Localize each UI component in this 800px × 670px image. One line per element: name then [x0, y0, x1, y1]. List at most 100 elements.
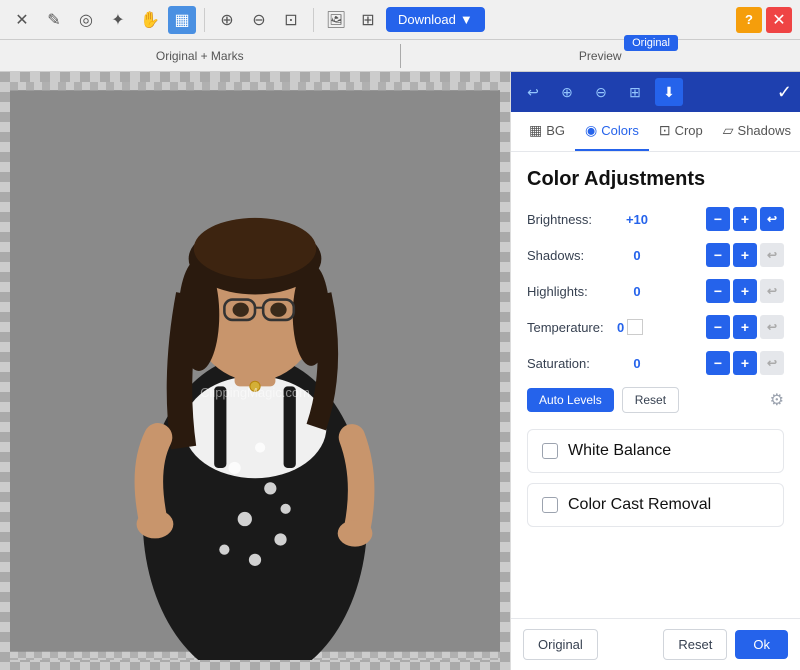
shadows-reset-btn[interactable]: ↩ — [760, 243, 784, 267]
saturation-row: Saturation: 0 − + ↩ — [527, 351, 784, 375]
reset-button[interactable]: Reset — [622, 387, 679, 413]
crop-tab-icon: ⊡ — [659, 122, 671, 139]
subject-image — [10, 82, 500, 660]
temperature-minus-btn[interactable]: − — [706, 315, 730, 339]
tabs-bar: ▦ BG ◉ Colors ⊡ Crop ▱ Shadows — [511, 112, 800, 152]
highlights-controls: − + ↩ — [706, 279, 784, 303]
white-balance-checkbox[interactable] — [542, 443, 558, 459]
saturation-value: 0 — [617, 356, 657, 371]
temperature-controls: − + ↩ — [706, 315, 784, 339]
saturation-controls: − + ↩ — [706, 351, 784, 375]
highlights-label: Highlights: — [527, 284, 617, 299]
white-balance-title: White Balance — [568, 442, 671, 460]
color-cast-header[interactable]: Color Cast Removal — [528, 484, 783, 526]
highlights-plus-btn[interactable]: + — [733, 279, 757, 303]
highlights-reset-btn[interactable]: ↩ — [760, 279, 784, 303]
temperature-swatch — [627, 319, 643, 335]
main-area: ClippingMagic.com ↩ ⊕ ⊖ ⊞ ⬇ ✓ ▦ BG ◉ Col… — [0, 72, 800, 670]
tab-shadows-label: Shadows — [738, 123, 791, 138]
panel-download-icon[interactable]: ⬇ — [655, 78, 683, 106]
colors-tab-icon: ◉ — [585, 122, 597, 139]
saturation-reset-btn[interactable]: ↩ — [760, 351, 784, 375]
image-container: ClippingMagic.com — [10, 82, 500, 660]
help-button[interactable]: ? — [736, 7, 762, 33]
tab-bg-label: BG — [546, 123, 565, 138]
pencil-icon[interactable]: ✎ — [40, 6, 68, 34]
panel-grid-icon[interactable]: ⊞ — [621, 78, 649, 106]
highlights-value: 0 — [617, 284, 657, 299]
auto-levels-button[interactable]: Auto Levels — [527, 388, 614, 412]
tab-colors-label: Colors — [601, 123, 639, 138]
gear-icon[interactable]: ⚙ — [770, 390, 784, 410]
bottom-reset-button[interactable]: Reset — [663, 629, 727, 660]
undo-icon[interactable]: ↩ — [519, 78, 547, 106]
action-row: Auto Levels Reset ⚙ — [527, 387, 784, 413]
tab-crop[interactable]: ⊡ Crop — [649, 112, 713, 151]
shadows-plus-btn[interactable]: + — [733, 243, 757, 267]
bg-tab-icon: ▦ — [529, 122, 542, 139]
bottom-ok-button[interactable]: Ok — [735, 630, 788, 659]
brightness-minus-btn[interactable]: − — [706, 207, 730, 231]
second-bar: Original + Marks Preview Original — [0, 40, 800, 72]
color-cast-section: Color Cast Removal — [527, 483, 784, 527]
marker-icon[interactable]: ✦ — [104, 6, 132, 34]
shadows-label: Shadows: — [527, 248, 617, 263]
shadows-row: Shadows: 0 − + ↩ — [527, 243, 784, 267]
canvas-area[interactable]: ClippingMagic.com — [0, 72, 510, 670]
tab-colors[interactable]: ◉ Colors — [575, 112, 649, 151]
panel-zoom-in-icon[interactable]: ⊕ — [553, 78, 581, 106]
saturation-minus-btn[interactable]: − — [706, 351, 730, 375]
panel-toolbar: ↩ ⊕ ⊖ ⊞ ⬇ ✓ — [511, 72, 800, 112]
brightness-value: +10 — [617, 212, 657, 227]
download-button[interactable]: Download ▼ — [386, 7, 485, 32]
bottom-original-button[interactable]: Original — [523, 629, 598, 660]
temperature-label: Temperature: — [527, 320, 617, 335]
section-title: Color Adjustments — [527, 168, 784, 191]
temperature-value: 0 — [617, 319, 657, 335]
window-close-button[interactable]: ✕ — [766, 7, 792, 33]
tab-shadows[interactable]: ▱ Shadows — [713, 112, 800, 151]
brightness-row: Brightness: +10 − + ↩ — [527, 207, 784, 231]
saturation-plus-btn[interactable]: + — [733, 351, 757, 375]
fit-icon[interactable]: ⊡ — [277, 6, 305, 34]
temperature-row: Temperature: 0 − + ↩ — [527, 315, 784, 339]
shadows-controls: − + ↩ — [706, 243, 784, 267]
eraser-icon[interactable]: ◎ — [72, 6, 100, 34]
original-badge[interactable]: Original — [624, 35, 678, 51]
panel-check-icon[interactable]: ✓ — [777, 82, 792, 103]
close-icon[interactable]: ✕ — [8, 6, 36, 34]
highlights-minus-btn[interactable]: − — [706, 279, 730, 303]
download-arrow-icon: ▼ — [460, 12, 473, 27]
panel-content: Color Adjustments Brightness: +10 − + ↩ … — [511, 152, 800, 618]
bottom-bar: Original Reset Ok — [511, 618, 800, 670]
temperature-reset-btn[interactable]: ↩ — [760, 315, 784, 339]
zoom-out-icon[interactable]: ⊖ — [245, 6, 273, 34]
color-cast-checkbox[interactable] — [542, 497, 558, 513]
color-cast-title: Color Cast Removal — [568, 496, 711, 514]
tab-bg[interactable]: ▦ BG — [519, 112, 575, 151]
image-icon[interactable]: 🖼 — [322, 6, 350, 34]
brightness-label: Brightness: — [527, 212, 617, 227]
grid-icon[interactable]: ⊞ — [354, 6, 382, 34]
divider-2 — [313, 8, 314, 32]
shadows-minus-btn[interactable]: − — [706, 243, 730, 267]
panel-zoom-out-icon[interactable]: ⊖ — [587, 78, 615, 106]
select-icon[interactable]: ▦ — [168, 6, 196, 34]
shadows-value: 0 — [617, 248, 657, 263]
temperature-plus-btn[interactable]: + — [733, 315, 757, 339]
zoom-in-icon[interactable]: ⊕ — [213, 6, 241, 34]
tab-crop-label: Crop — [675, 123, 703, 138]
main-toolbar: ✕ ✎ ◎ ✦ ✋ ▦ ⊕ ⊖ ⊡ 🖼 ⊞ Download ▼ ? ✕ — [0, 0, 800, 40]
white-balance-header[interactable]: White Balance — [528, 430, 783, 472]
brightness-reset-btn[interactable]: ↩ — [760, 207, 784, 231]
brightness-plus-btn[interactable]: + — [733, 207, 757, 231]
original-marks-label: Original + Marks — [0, 49, 400, 63]
divider-1 — [204, 8, 205, 32]
brightness-controls: − + ↩ — [706, 207, 784, 231]
right-panel: ↩ ⊕ ⊖ ⊞ ⬇ ✓ ▦ BG ◉ Colors ⊡ Crop ▱ Shado… — [510, 72, 800, 670]
hand-icon[interactable]: ✋ — [136, 6, 164, 34]
preview-label: Preview — [401, 49, 800, 63]
toolbar-right: ? ✕ — [736, 7, 792, 33]
white-balance-section: White Balance — [527, 429, 784, 473]
highlights-row: Highlights: 0 − + ↩ — [527, 279, 784, 303]
